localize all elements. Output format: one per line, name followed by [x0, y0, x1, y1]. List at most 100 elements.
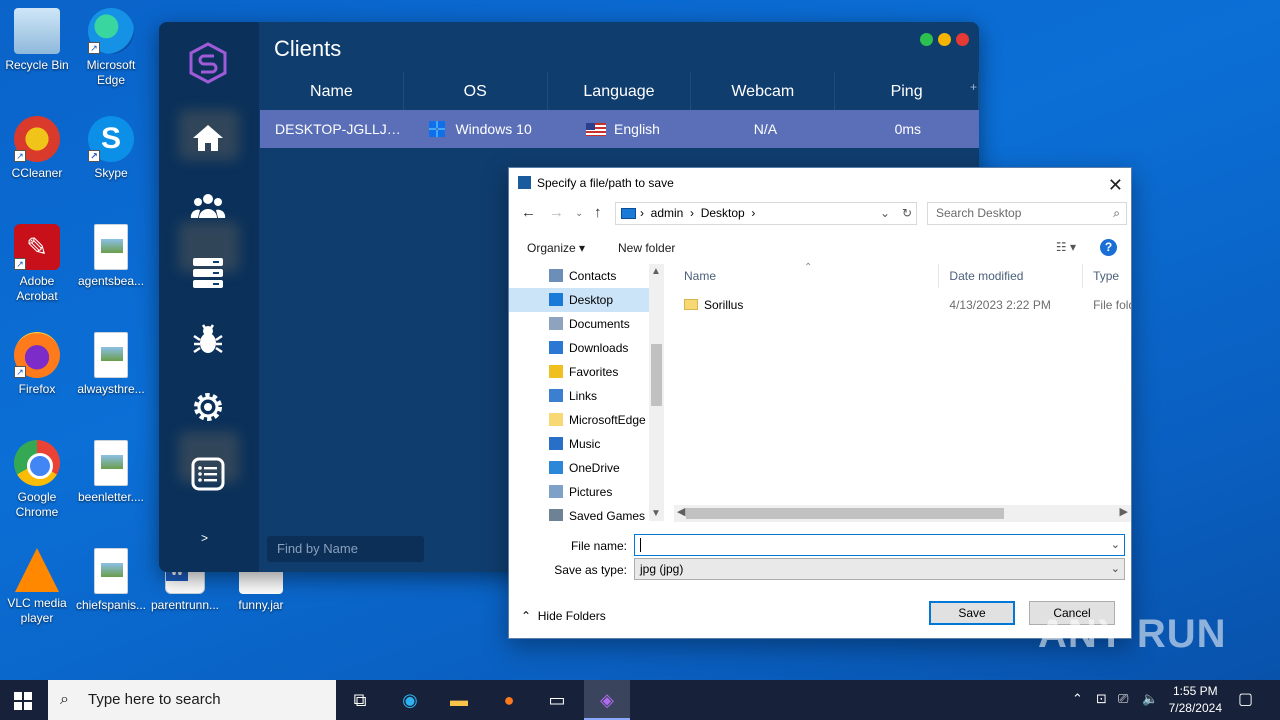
- windows-logo-icon: [429, 121, 446, 137]
- tree-item-links[interactable]: Links: [509, 384, 664, 408]
- desktop-icon-recycle-bin[interactable]: Recycle Bin: [0, 8, 74, 73]
- desktop-icon-chrome[interactable]: Google Chrome: [0, 440, 74, 520]
- search-input[interactable]: Search Desktop ⌕: [927, 202, 1127, 225]
- list-icon[interactable]: [190, 456, 226, 492]
- sidebar-expand-button[interactable]: >: [201, 531, 208, 545]
- desktop-icon-acrobat[interactable]: ✎ ↗ Adobe Acrobat: [0, 224, 74, 304]
- back-arrow-icon[interactable]: ←: [521, 204, 536, 221]
- desktop-icon-beenletter[interactable]: beenletter....: [74, 440, 148, 505]
- address-history-chevron-icon[interactable]: ⌄: [880, 203, 890, 224]
- new-folder-button[interactable]: New folder: [618, 241, 675, 255]
- tree-item-saved-games[interactable]: Saved Games: [509, 504, 664, 521]
- breadcrumb-admin[interactable]: admin: [651, 206, 684, 220]
- desktop-icon-firefox[interactable]: ↗ Firefox: [0, 332, 74, 397]
- help-icon[interactable]: ?: [1100, 239, 1117, 256]
- column-header-name[interactable]: Name ⌃: [674, 262, 940, 288]
- save-file-dialog: Specify a file/path to save ✕ ← → ⌄ ↑ › …: [508, 167, 1132, 639]
- chevron-down-icon[interactable]: ⌄: [1111, 559, 1120, 579]
- save-button[interactable]: Save: [929, 601, 1015, 625]
- bug-icon[interactable]: [190, 322, 226, 358]
- file-list-horizontal-scrollbar[interactable]: ◀ ▶: [674, 505, 1131, 522]
- scrollbar-thumb[interactable]: [686, 508, 1004, 519]
- desktop-icon-label: Microsoft Edge: [86, 58, 136, 87]
- tree-item-documents[interactable]: Documents: [509, 312, 664, 336]
- ccleaner-icon: ↗: [14, 116, 60, 162]
- view-options-icon[interactable]: ☷ ▾: [1056, 240, 1076, 254]
- cell-os: Windows 10: [409, 121, 551, 137]
- scroll-left-icon[interactable]: ◀: [677, 505, 685, 518]
- desktop-icon-chiefspanis[interactable]: chiefspanis...: [74, 548, 148, 613]
- organize-button[interactable]: Organize ▾: [527, 241, 585, 255]
- desktop-icon-alwaysthre[interactable]: alwaysthre...: [74, 332, 148, 397]
- add-column-icon[interactable]: +: [970, 80, 977, 94]
- edge-taskbar-icon[interactable]: ◉: [387, 680, 433, 720]
- file-explorer-icon[interactable]: ▬: [436, 680, 482, 720]
- column-header-language[interactable]: Language: [548, 72, 692, 110]
- desktop-icon-vlc[interactable]: VLC media player: [0, 548, 74, 626]
- tree-item-desktop[interactable]: Desktop: [509, 288, 664, 312]
- column-header-type[interactable]: Type: [1083, 264, 1131, 288]
- tree-item-music[interactable]: Music: [509, 432, 664, 456]
- notifications-icon[interactable]: ▢: [1238, 689, 1253, 709]
- folder-tree-scrollbar[interactable]: ▲ ▼: [649, 264, 664, 521]
- firefox-taskbar-icon[interactable]: ●: [486, 680, 532, 720]
- show-hidden-icons-chevron[interactable]: ⌃: [1072, 691, 1083, 707]
- tree-item-favorites[interactable]: Favorites: [509, 360, 664, 384]
- breadcrumb-desktop[interactable]: Desktop: [701, 206, 745, 220]
- list-item[interactable]: Sorillus 4/13/2023 2:22 PM File fold: [674, 294, 1131, 316]
- maximize-button[interactable]: [938, 33, 951, 46]
- up-arrow-icon[interactable]: ↑: [594, 204, 602, 221]
- save-type-select[interactable]: jpg (jpg) ⌄: [634, 558, 1125, 580]
- refresh-icon[interactable]: ↻: [902, 203, 912, 224]
- server-icon[interactable]: [190, 255, 226, 291]
- chevron-down-icon[interactable]: ⌄: [1111, 535, 1120, 555]
- hide-folders-button[interactable]: ⌃ Hide Folders: [521, 609, 606, 623]
- tree-item-pictures[interactable]: Pictures: [509, 480, 664, 504]
- desktop-icon-ccleaner[interactable]: ↗ CCleaner: [0, 116, 74, 181]
- folder-icon: [549, 413, 563, 426]
- sorillus-taskbar-icon[interactable]: ◈: [584, 680, 630, 720]
- desktop-icon-label: CCleaner: [11, 166, 63, 180]
- scroll-up-icon[interactable]: ▲: [651, 266, 661, 277]
- users-icon[interactable]: [190, 188, 226, 224]
- file-type: File fold: [1093, 298, 1131, 312]
- table-row[interactable]: DESKTOP-JGLLJL... Windows 10 English N/A…: [260, 110, 979, 148]
- terminal-taskbar-icon[interactable]: ▭: [534, 680, 580, 720]
- column-header-name[interactable]: Name: [260, 72, 404, 110]
- tree-item-microsoftedge[interactable]: MicrosoftEdge: [509, 408, 664, 432]
- favorites-icon: [549, 365, 563, 378]
- minimize-button[interactable]: [920, 33, 933, 46]
- close-icon[interactable]: ✕: [1108, 170, 1123, 200]
- desktop-icon-edge[interactable]: ↗ Microsoft Edge: [74, 8, 148, 88]
- tree-item-downloads[interactable]: Downloads: [509, 336, 664, 360]
- scroll-down-icon[interactable]: ▼: [651, 508, 661, 519]
- task-view-icon[interactable]: ⧉: [337, 680, 383, 720]
- clock[interactable]: 1:55 PM 7/28/2024: [1169, 683, 1222, 717]
- column-header-date-modified[interactable]: Date modified: [939, 264, 1084, 288]
- start-button[interactable]: [14, 692, 32, 710]
- home-icon[interactable]: [190, 120, 226, 156]
- find-by-name-input[interactable]: Find by Name: [267, 536, 424, 562]
- scrollbar-thumb[interactable]: [651, 344, 662, 406]
- tree-item-onedrive[interactable]: OneDrive: [509, 456, 664, 480]
- close-button[interactable]: [956, 33, 969, 46]
- column-header-webcam[interactable]: Webcam: [691, 72, 836, 110]
- column-header-os[interactable]: OS: [404, 72, 548, 110]
- file-name-input[interactable]: ⌄: [634, 534, 1125, 556]
- address-bar[interactable]: › admin › Desktop › ⌄ ↻: [615, 202, 917, 225]
- volume-icon[interactable]: 🔈: [1142, 691, 1158, 707]
- scroll-right-icon[interactable]: ▶: [1120, 505, 1128, 518]
- network-icon[interactable]: ⎚: [1118, 691, 1128, 707]
- desktop-icon-skype[interactable]: S ↗ Skype: [74, 116, 148, 181]
- us-flag-icon: [586, 123, 607, 136]
- recent-locations-chevron-icon[interactable]: ⌄: [575, 208, 583, 219]
- column-header-ping[interactable]: Ping: [835, 72, 979, 110]
- file-name-row: File name: ⌄: [509, 534, 1131, 558]
- desktop-icon-agentsbea[interactable]: agentsbea...: [74, 224, 148, 289]
- taskbar-search-box[interactable]: ⌕ Type here to search: [48, 680, 336, 720]
- gear-icon[interactable]: [190, 389, 226, 425]
- desktop-icon-label: VLC media player: [7, 596, 67, 625]
- tree-item-contacts[interactable]: Contacts: [509, 264, 664, 288]
- forward-arrow-icon[interactable]: →: [549, 204, 564, 221]
- usb-icon[interactable]: ⊡: [1096, 691, 1107, 707]
